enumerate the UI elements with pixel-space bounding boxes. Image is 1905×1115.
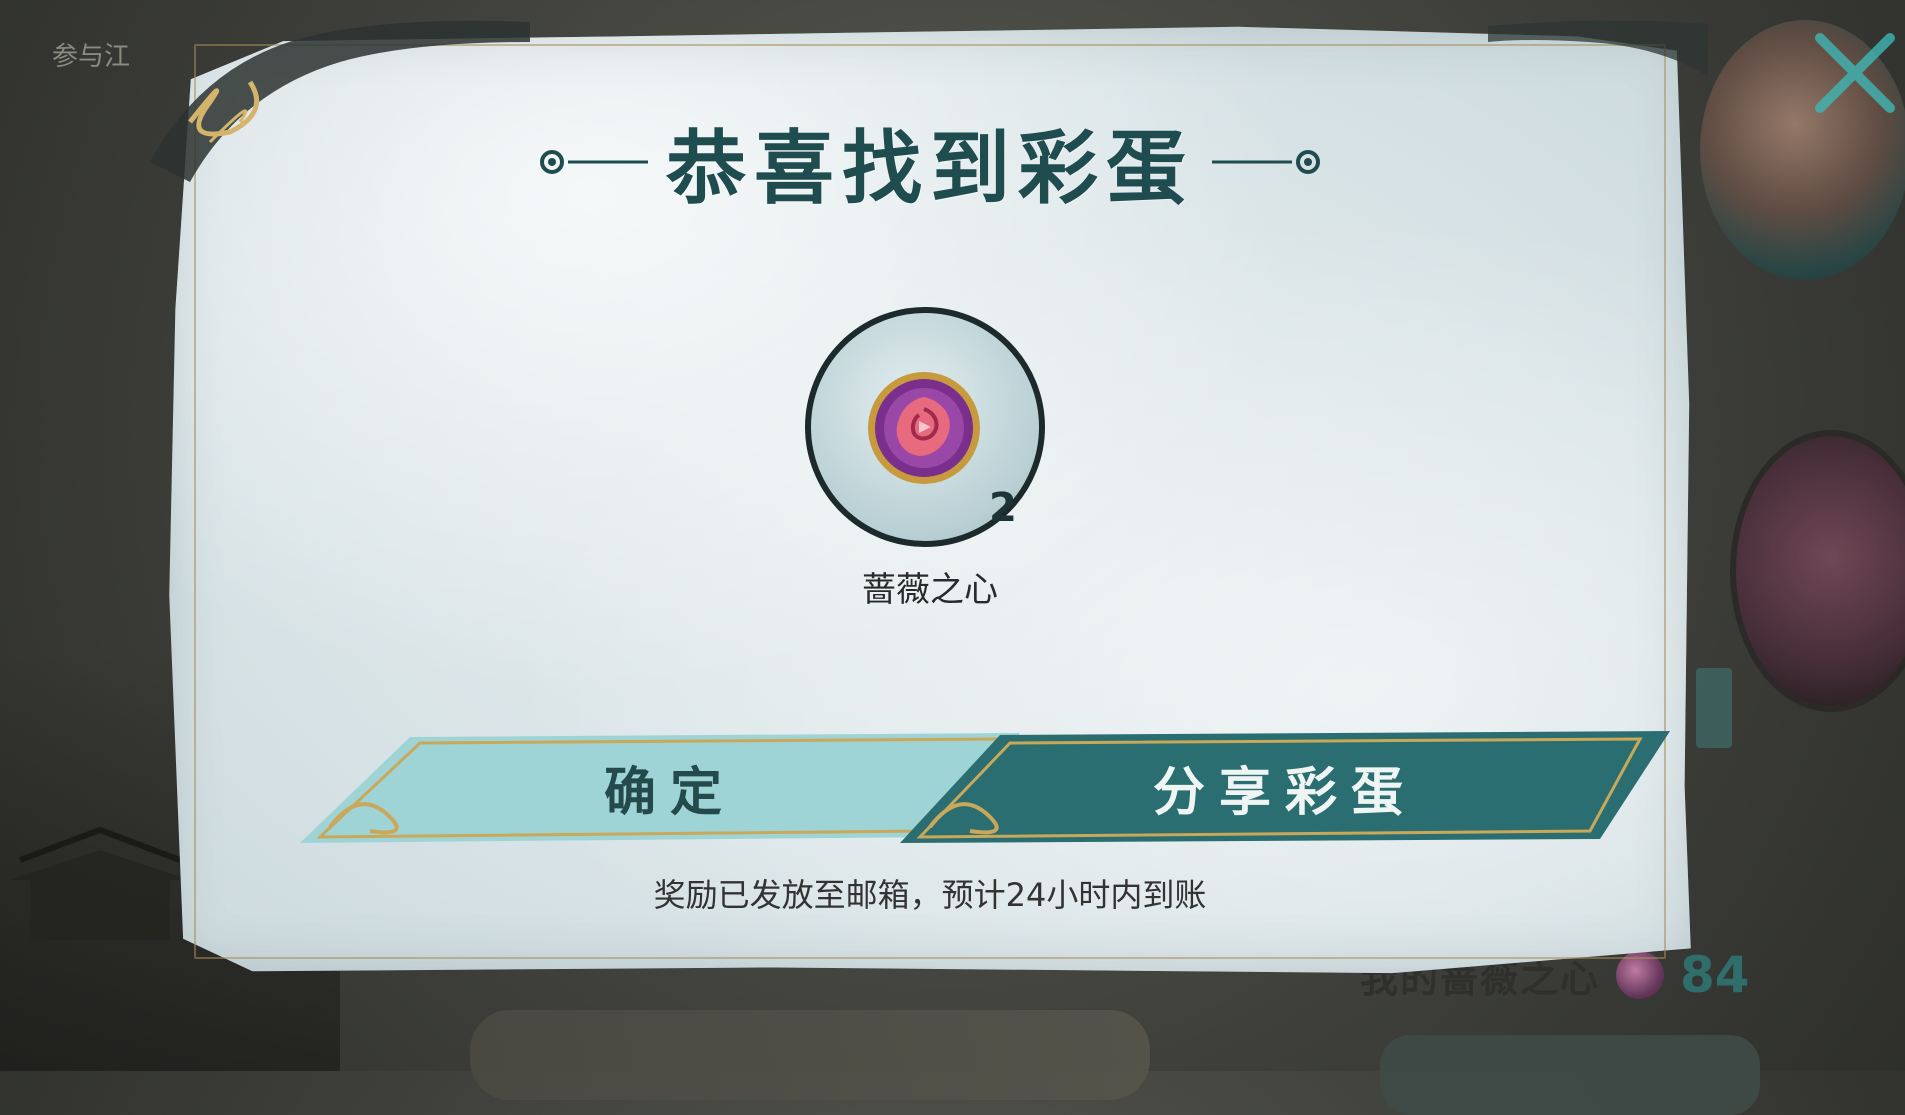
background-top-label: 参与江 [52, 42, 131, 72]
easter-egg-dialog: 恭喜找到彩蛋 2 蔷薇之心 确定 分享彩蛋 奖励已发放至邮箱，预计24小时内到账 [150, 20, 1708, 977]
reward-item: 2 [805, 307, 1045, 547]
background-side-tab [1696, 668, 1732, 748]
dialog-title: 恭喜找到彩蛋 [666, 121, 1194, 215]
confirm-button-label: 确定 [603, 761, 736, 823]
left-cloud-flourish-icon [540, 150, 648, 174]
reward-notice-text: 奖励已发放至邮箱，预计24小时内到账 [653, 876, 1207, 914]
share-button-label: 分享彩蛋 [1152, 761, 1417, 823]
background-redeem-button [470, 1010, 1150, 1100]
right-cloud-flourish-icon [1212, 150, 1320, 174]
close-icon[interactable] [1810, 28, 1900, 118]
dialog-title-row: 恭喜找到彩蛋 [160, 107, 1700, 217]
ink-corner-decoration [1488, 20, 1708, 77]
rose-heart-icon [868, 372, 980, 484]
background-get-button [1380, 1035, 1760, 1115]
share-easter-egg-button[interactable]: 分享彩蛋 [900, 727, 1670, 847]
reward-quantity: 2 [989, 485, 1017, 531]
reward-name: 蔷薇之心 [862, 570, 998, 610]
background-hero-avatar-middle [1730, 430, 1905, 712]
